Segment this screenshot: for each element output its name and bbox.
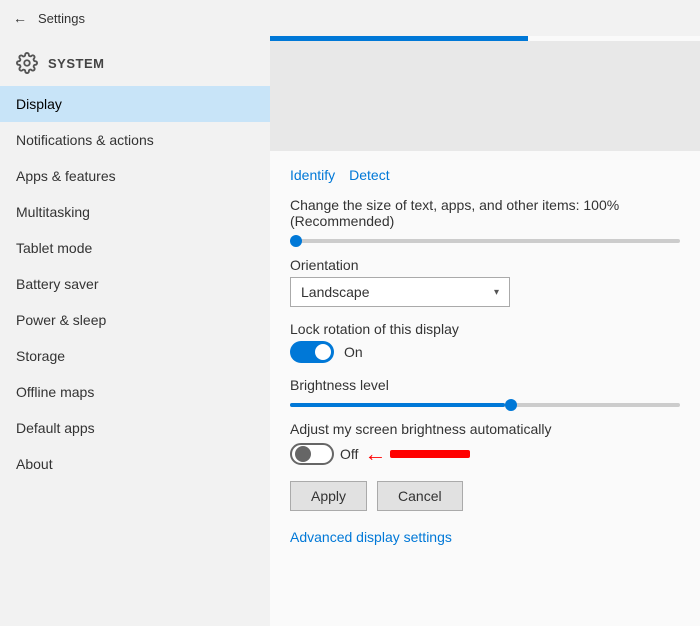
sidebar-system-title: SYSTEM	[48, 56, 104, 71]
sidebar-item-display[interactable]: Display	[0, 86, 270, 122]
gear-icon	[16, 52, 38, 74]
sidebar-item-tablet[interactable]: Tablet mode	[0, 230, 270, 266]
scale-label: Change the size of text, apps, and other…	[290, 197, 680, 229]
main-layout: SYSTEM DisplayNotifications & actionsApp…	[0, 36, 700, 626]
brightness-slider-fill	[290, 403, 505, 407]
sidebar-header: SYSTEM	[0, 36, 270, 86]
lock-rotation-toggle-label: On	[344, 344, 363, 360]
scale-slider-track[interactable]	[290, 239, 680, 243]
brightness-slider-track[interactable]	[290, 403, 680, 407]
sidebar-item-power[interactable]: Power & sleep	[0, 302, 270, 338]
action-buttons: Apply Cancel	[290, 481, 680, 511]
apply-button[interactable]: Apply	[290, 481, 367, 511]
identify-link[interactable]: Identify	[290, 167, 335, 183]
detect-link[interactable]: Detect	[349, 167, 389, 183]
sidebar: SYSTEM DisplayNotifications & actionsApp…	[0, 36, 270, 626]
cancel-button[interactable]: Cancel	[377, 481, 463, 511]
sidebar-item-apps[interactable]: Apps & features	[0, 158, 270, 194]
sidebar-item-notifications[interactable]: Notifications & actions	[0, 122, 270, 158]
auto-brightness-toggle-label: Off	[340, 446, 358, 462]
orientation-label: Orientation	[290, 257, 680, 273]
orientation-value: Landscape	[301, 284, 370, 300]
scale-slider-thumb	[290, 235, 302, 247]
sidebar-item-default[interactable]: Default apps	[0, 410, 270, 446]
back-button[interactable]: ←	[10, 8, 30, 28]
monitor-area	[270, 41, 700, 151]
identify-detect-row: Identify Detect	[290, 167, 680, 183]
scale-section: Change the size of text, apps, and other…	[290, 197, 680, 243]
lock-rotation-section: Lock rotation of this display On	[290, 321, 680, 363]
toggle-knob	[315, 344, 331, 360]
orientation-dropdown[interactable]: Landscape ▾	[290, 277, 510, 307]
sidebar-item-offline[interactable]: Offline maps	[0, 374, 270, 410]
auto-brightness-label: Adjust my screen brightness automaticall…	[290, 421, 680, 437]
sidebar-item-storage[interactable]: Storage	[0, 338, 270, 374]
sidebar-item-battery[interactable]: Battery saver	[0, 266, 270, 302]
orientation-section: Orientation Landscape ▾	[290, 257, 680, 307]
lock-rotation-toggle[interactable]	[290, 341, 334, 363]
brightness-section: Brightness level	[290, 377, 680, 407]
content-body: Identify Detect Change the size of text,…	[270, 151, 700, 561]
red-arrow-bar	[390, 450, 470, 458]
red-arrow-icon: ←	[364, 441, 386, 467]
brightness-label: Brightness level	[290, 377, 680, 393]
auto-brightness-toggle[interactable]	[290, 443, 334, 465]
toggle-knob-auto	[295, 446, 311, 462]
sidebar-items: DisplayNotifications & actionsApps & fea…	[0, 86, 270, 482]
sidebar-item-multitasking[interactable]: Multitasking	[0, 194, 270, 230]
titlebar-title: Settings	[38, 11, 85, 26]
titlebar: ← Settings	[0, 0, 700, 36]
advanced-display-link[interactable]: Advanced display settings	[290, 529, 680, 545]
lock-rotation-label: Lock rotation of this display	[290, 321, 680, 337]
auto-brightness-toggle-row: Off ←	[290, 441, 680, 467]
brightness-slider-thumb	[505, 399, 517, 411]
auto-brightness-section: Adjust my screen brightness automaticall…	[290, 421, 680, 467]
chevron-down-icon: ▾	[494, 287, 499, 298]
content-area: Identify Detect Change the size of text,…	[270, 36, 700, 626]
lock-rotation-toggle-row: On	[290, 341, 680, 363]
sidebar-item-about[interactable]: About	[0, 446, 270, 482]
